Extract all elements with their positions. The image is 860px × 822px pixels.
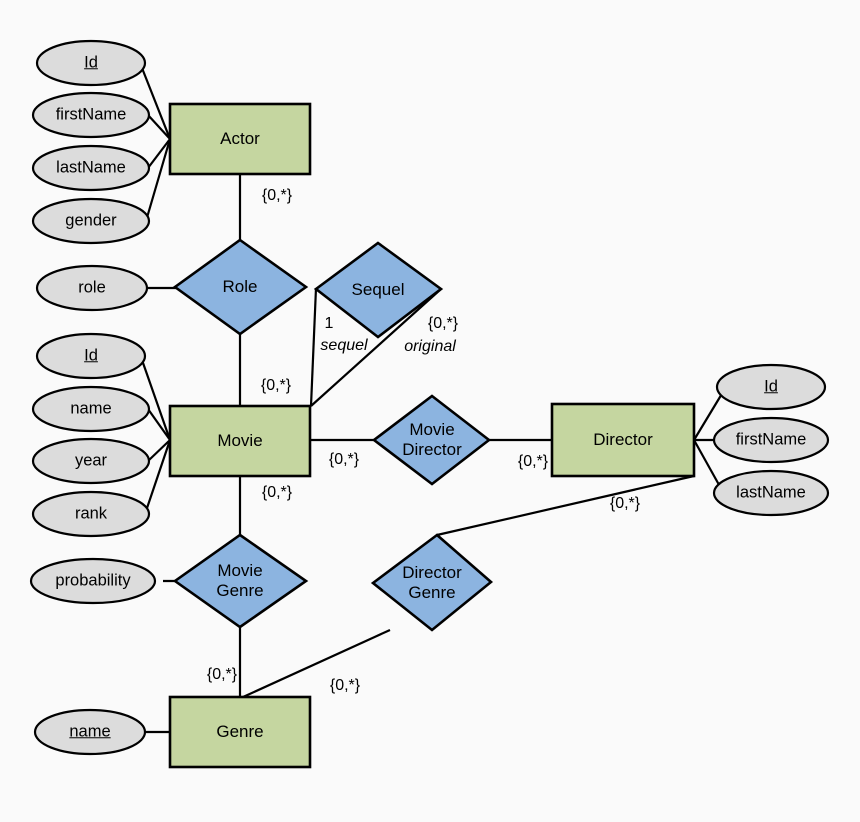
attr-ellipse-actor-firstname[interactable] [31, 91, 151, 139]
relationship-diamond-director-genre[interactable] [370, 533, 494, 632]
entity-box-movie[interactable] [168, 404, 312, 478]
attr-ellipse-actor-id[interactable] [35, 39, 147, 87]
attr-ellipse-director-firstname[interactable] [712, 416, 830, 464]
attr-ellipse-genre-name[interactable] [33, 708, 147, 756]
edge-actor-firstname [147, 114, 171, 140]
attr-ellipse-director-id[interactable] [715, 363, 827, 411]
entity-box-genre[interactable] [168, 695, 312, 769]
entity-box-director[interactable] [550, 402, 696, 478]
edge-actor-gender [144, 138, 172, 222]
edge-movie-name [147, 408, 171, 441]
attr-ellipse-probability[interactable] [29, 557, 157, 605]
attr-ellipse-actor-gender[interactable] [31, 197, 151, 245]
attr-ellipse-director-lastname[interactable] [712, 469, 830, 517]
relationship-diamond-sequel[interactable] [313, 241, 444, 339]
relationship-diamond-role[interactable] [172, 238, 309, 336]
edge-actor-id [140, 67, 172, 140]
edge-movie-sequel-left [309, 287, 318, 407]
attr-ellipse-movie-rank[interactable] [31, 490, 151, 538]
attr-ellipse-role[interactable] [35, 264, 149, 312]
diagram-shapes-layer [29, 39, 830, 769]
attr-ellipse-movie-year[interactable] [31, 437, 151, 485]
er-diagram-canvas: Actor Movie Director Genre Role Sequel M… [0, 0, 860, 822]
relationship-diamond-movie-genre[interactable] [172, 533, 309, 629]
edge-director-directorgenre [436, 474, 695, 537]
edge-directorgenre-genre [242, 628, 391, 699]
entity-box-actor[interactable] [168, 102, 312, 176]
edge-movie-id [140, 359, 172, 441]
attr-ellipse-movie-id[interactable] [35, 332, 147, 380]
attr-ellipse-movie-name[interactable] [31, 385, 151, 433]
relationship-diamond-movie-director[interactable] [371, 394, 492, 486]
attr-ellipse-actor-lastname[interactable] [31, 144, 151, 192]
